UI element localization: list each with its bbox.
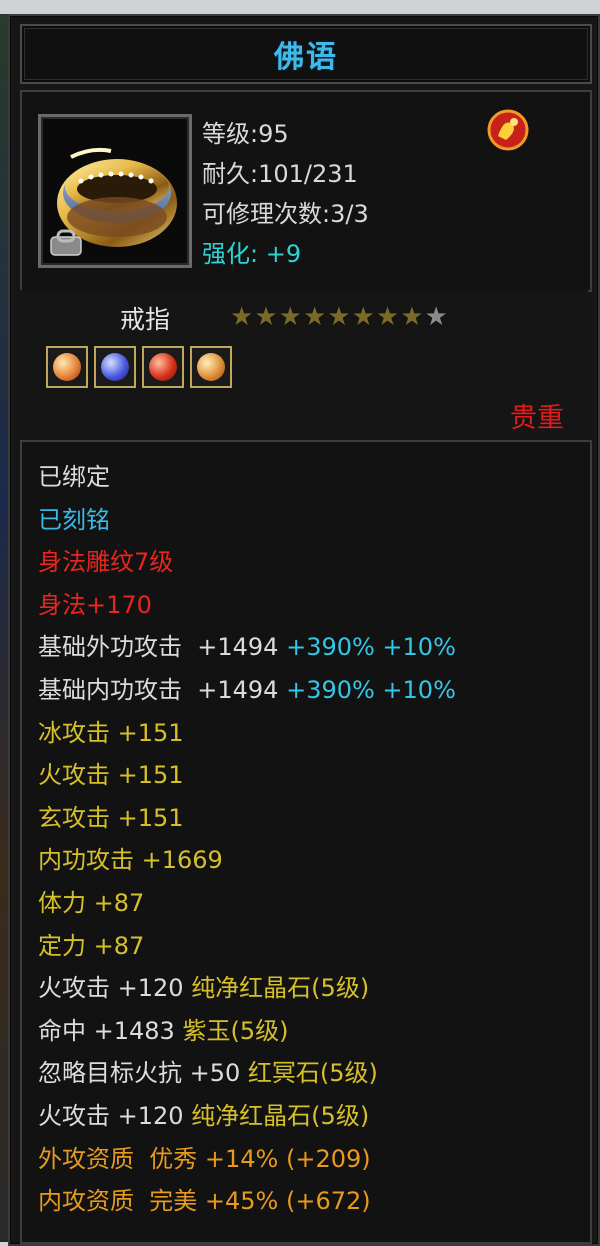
item-tooltip: 佛语 等级:95 耐久:101/231 可修理次数:3/3 强化: +9 戒指 …	[8, 14, 600, 1246]
gem-slot[interactable]	[190, 346, 232, 388]
gem-slot[interactable]	[142, 346, 184, 388]
fire-attack: 火攻击 +151	[38, 761, 184, 790]
gem2-row: 命中 +1483 紫玉(5级)	[38, 1010, 456, 1053]
blue-gem-icon	[101, 353, 129, 381]
item-header-panel: 等级:95 耐久:101/231 可修理次数:3/3 强化: +9	[20, 90, 592, 292]
orange-gem-icon	[53, 353, 81, 381]
gem3-name: 红冥石(5级)	[247, 1059, 378, 1088]
agility-bonus: 身法+170	[38, 590, 152, 619]
star-icon: ★	[375, 302, 400, 332]
ext-quality: 外攻资质 优秀 +14% (+209)	[38, 1144, 371, 1173]
gem2-name: 紫玉(5级)	[182, 1016, 289, 1045]
carving-level: 身法雕纹7级	[38, 548, 174, 577]
gem4-stat: 火攻击 +120	[38, 1101, 192, 1130]
item-enhance: 强化: +9	[202, 240, 302, 268]
title-bar: 佛语	[20, 24, 592, 84]
item-name: 佛语	[274, 40, 338, 75]
item-icon-frame	[38, 114, 192, 268]
star-rating: ★ ★ ★ ★ ★ ★ ★ ★ ★	[230, 302, 448, 332]
item-level: 等级:95	[202, 120, 289, 148]
gem4-name: 纯净红晶石(5级)	[191, 1101, 370, 1130]
gem1-name: 纯净红晶石(5级)	[191, 974, 370, 1003]
star-icon: ★	[254, 302, 278, 332]
focus: 定力 +87	[38, 931, 145, 960]
star-icon: ★	[400, 302, 424, 332]
attributes-panel: 已绑定 已刻铭 身法雕纹7级 身法+170 基础外功攻击 +1494 +390%…	[20, 440, 592, 1244]
star-icon: ★	[278, 302, 302, 332]
mystic-attack: 玄攻击 +151	[38, 803, 184, 832]
star-empty-icon: ★	[424, 302, 448, 332]
left-edge-strip	[0, 14, 8, 1242]
gem-slot[interactable]	[46, 346, 88, 388]
int-quality: 内攻资质 完美 +45% (+672)	[38, 1187, 371, 1216]
item-type: 戒指	[120, 305, 171, 334]
int-attack-pct: +390% +10%	[286, 675, 456, 704]
gem3-stat: 忽略目标火抗 +50	[38, 1059, 248, 1088]
orange-gem-icon	[197, 353, 225, 381]
ext-attack-pct: +390% +10%	[286, 633, 456, 662]
star-icon: ★	[230, 302, 254, 332]
lock-icon	[50, 229, 82, 256]
engraved-status: 已刻铭	[38, 505, 110, 534]
gem-sockets	[46, 346, 232, 388]
star-icon: ★	[302, 302, 327, 332]
item-rarity: 贵重	[510, 403, 564, 434]
stamina: 体力 +87	[38, 888, 145, 917]
bound-status: 已绑定	[38, 463, 110, 491]
gem-slot[interactable]	[94, 346, 136, 388]
gem2-stat: 命中 +1483	[38, 1016, 183, 1045]
ext-attack-label: 基础外功攻击 +1494	[38, 633, 287, 662]
gem3-row: 忽略目标火抗 +50 红冥石(5级)	[38, 1052, 456, 1095]
gem1-row: 火攻击 +120 纯净红晶石(5级)	[38, 967, 456, 1010]
ice-attack: 冰攻击 +151	[38, 718, 184, 747]
int-attack-label: 基础内功攻击 +1494	[38, 675, 287, 704]
int-attack-row: 基础内功攻击 +1494 +390% +10%	[38, 669, 456, 712]
character-badge-icon	[487, 109, 529, 151]
item-stats: 等级:95 耐久:101/231 可修理次数:3/3 强化: +9	[202, 114, 369, 274]
red-gem-icon	[149, 353, 177, 381]
star-icon: ★	[351, 302, 375, 332]
inner-attack: 内功攻击 +1669	[38, 846, 223, 875]
attribute-list: 已绑定 已刻铭 身法雕纹7级 身法+170 基础外功攻击 +1494 +390%…	[38, 456, 456, 1223]
ext-attack-row: 基础外功攻击 +1494 +390% +10%	[38, 626, 456, 669]
item-durability: 耐久:101/231	[202, 160, 358, 188]
item-type-panel: 戒指 ★ ★ ★ ★ ★ ★ ★ ★ ★ 贵重	[20, 290, 588, 434]
item-repairs: 可修理次数:3/3	[202, 200, 369, 228]
gem4-row: 火攻击 +120 纯净红晶石(5级)	[38, 1095, 456, 1138]
star-icon: ★	[327, 302, 351, 332]
gem1-stat: 火攻击 +120	[38, 974, 192, 1003]
